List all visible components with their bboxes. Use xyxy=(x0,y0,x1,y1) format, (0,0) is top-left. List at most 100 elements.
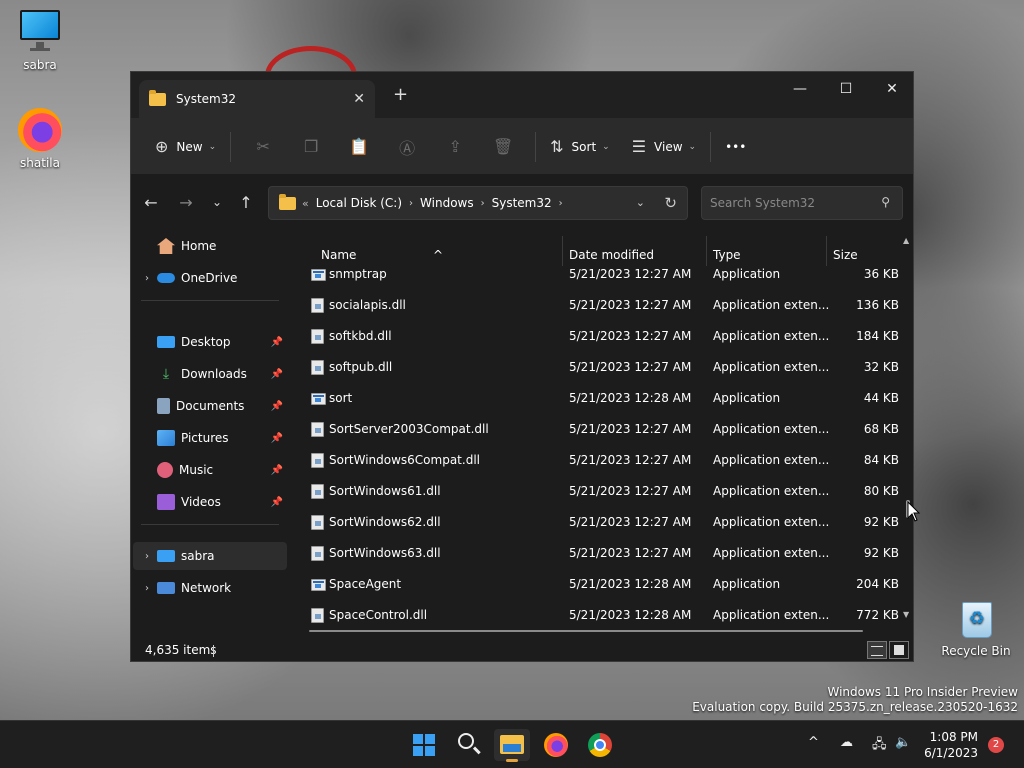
delete-icon[interactable]: 🗑 xyxy=(479,137,527,156)
pin-icon[interactable]: 📌 xyxy=(271,497,283,508)
pin-icon[interactable]: 📌 xyxy=(271,337,283,348)
up-arrow-icon[interactable]: ↑ xyxy=(234,193,258,212)
pin-icon[interactable]: 📌 xyxy=(271,369,283,380)
show-hidden-icons-chevron-icon[interactable]: ^ xyxy=(808,735,819,750)
desktop-icon-shatila[interactable]: shatila xyxy=(8,108,72,170)
table-row[interactable]: SpaceControl.dll 5/21/2023 12:28 AM Applic… xyxy=(289,600,903,631)
recent-chevron-icon[interactable]: ⌄ xyxy=(205,195,229,209)
file-rows: snmpapi.dll5/21/2023 12:28 AMApplication… xyxy=(289,230,903,639)
rename-icon[interactable]: Ⓐ xyxy=(383,135,431,159)
table-row[interactable]: SpaceAgent 5/21/2023 12:28 AM Application 2… xyxy=(289,569,903,600)
close-button[interactable]: ✕ xyxy=(869,76,915,102)
overflow-crumb[interactable]: « xyxy=(302,197,309,210)
cloud-off-icon[interactable]: ☁ xyxy=(840,735,853,750)
column-divider[interactable] xyxy=(562,236,563,266)
cut-icon[interactable]: ✂ xyxy=(239,137,287,156)
forward-arrow-icon[interactable]: → xyxy=(174,193,198,212)
column-size[interactable]: Size xyxy=(833,248,858,262)
network-icon[interactable]: 🖧 xyxy=(872,735,887,757)
file-explorer-taskbar-button[interactable] xyxy=(494,729,530,762)
desktop-icon-sabra[interactable]: sabra xyxy=(8,10,72,72)
dll-file-icon xyxy=(311,360,324,375)
pin-icon[interactable]: 📌 xyxy=(271,465,283,476)
minimize-button[interactable]: — xyxy=(777,76,823,102)
sidebar-item-home[interactable]: Home xyxy=(133,232,287,260)
search-box[interactable]: ⚲ xyxy=(701,186,903,220)
back-arrow-icon[interactable]: ← xyxy=(139,193,163,212)
breadcrumb-system32[interactable]: System32 xyxy=(492,196,552,210)
refresh-icon[interactable]: ↻ xyxy=(664,194,677,212)
scroll-up-icon[interactable]: ▲ xyxy=(903,236,909,245)
share-icon[interactable]: ⇪ xyxy=(431,137,479,156)
address-dropdown-icon[interactable]: ⌄ xyxy=(636,196,645,209)
paste-icon[interactable]: 📋 xyxy=(335,137,383,156)
scroll-down-icon[interactable]: ▼ xyxy=(903,610,909,619)
table-row[interactable]: softpub.dll 5/21/2023 12:27 AM Application… xyxy=(289,352,903,383)
table-row[interactable]: SortServer2003Compat.dll 5/21/2023 12:27 … xyxy=(289,414,903,445)
chevron-right-icon[interactable]: › xyxy=(137,583,157,594)
search-icon[interactable]: ⚲ xyxy=(881,195,890,209)
application-file-icon xyxy=(311,393,326,405)
sidebar-item-onedrive[interactable]: › OneDrive xyxy=(133,264,287,292)
chevron-right-icon[interactable]: › xyxy=(409,198,413,209)
sidebar-item-pictures[interactable]: Pictures 📌 xyxy=(133,424,287,452)
maximize-button[interactable]: ☐ xyxy=(823,76,869,102)
chrome-taskbar-button[interactable] xyxy=(582,729,618,761)
tab-system32[interactable]: System32 ✕ xyxy=(139,80,375,118)
sidebar-item-videos[interactable]: Videos 📌 xyxy=(133,488,287,516)
chevron-right-icon[interactable]: › xyxy=(559,198,563,209)
horizontal-scrollbar[interactable] xyxy=(309,630,863,632)
sidebar-item-network[interactable]: › Network xyxy=(133,574,287,602)
tiles-view-button[interactable] xyxy=(889,641,909,659)
pin-icon[interactable]: 📌 xyxy=(271,401,283,412)
chevron-right-icon[interactable]: › xyxy=(137,273,157,284)
sidebar-item-downloads[interactable]: ⤓ Downloads 📌 xyxy=(133,360,287,388)
vertical-scrollbar[interactable]: ▲ ▼ xyxy=(903,230,913,639)
copy-icon[interactable]: ❐ xyxy=(287,137,335,156)
chevron-right-icon[interactable]: › xyxy=(481,198,485,209)
search-button[interactable] xyxy=(450,729,486,761)
new-tab-button[interactable]: + xyxy=(393,84,408,105)
sidebar-item-music[interactable]: Music 📌 xyxy=(133,456,287,484)
table-row[interactable]: SortWindows62.dll 5/21/2023 12:27 AM Appli… xyxy=(289,507,903,538)
file-size: 32 KB xyxy=(863,360,899,374)
table-row[interactable]: softkbd.dll 5/21/2023 12:27 AM Application… xyxy=(289,321,903,352)
column-type[interactable]: Type xyxy=(713,248,741,262)
details-view-button[interactable] xyxy=(867,641,887,659)
address-bar[interactable]: « Local Disk (C:) › Windows › System32 ›… xyxy=(268,186,688,220)
view-button[interactable]: ☰ View ⌄ xyxy=(626,131,702,163)
chevron-right-icon[interactable]: › xyxy=(137,551,157,562)
desktop-icon-recycle-bin[interactable]: ♻ Recycle Bin xyxy=(940,596,1012,658)
firefox-taskbar-button[interactable] xyxy=(538,729,574,761)
file-type: Application exten... xyxy=(713,546,830,560)
file-type: Application exten... xyxy=(713,329,830,343)
volume-icon[interactable]: 🔈 xyxy=(895,735,911,750)
more-options-button[interactable]: ••• xyxy=(719,131,752,163)
file-size: 80 KB xyxy=(863,484,899,498)
start-button[interactable] xyxy=(406,729,442,761)
column-name[interactable]: Name xyxy=(321,248,356,262)
table-row[interactable]: sort 5/21/2023 12:28 AM Application 44 KB xyxy=(289,383,903,414)
file-name: sort xyxy=(329,391,353,405)
table-row[interactable]: SortWindows6Compat.dll 5/21/2023 12:27 AM… xyxy=(289,445,903,476)
sort-button[interactable]: ⇅ Sort ⌄ xyxy=(544,131,616,163)
breadcrumb-windows[interactable]: Windows xyxy=(420,196,474,210)
close-tab-icon[interactable]: ✕ xyxy=(353,91,365,107)
breadcrumb-local-disk[interactable]: Local Disk (C:) xyxy=(316,196,402,210)
sidebar-item-sabra[interactable]: › sabra xyxy=(133,542,287,570)
column-divider[interactable] xyxy=(706,236,707,266)
table-row[interactable]: SortWindows61.dll 5/21/2023 12:27 AM Appli… xyxy=(289,476,903,507)
new-button[interactable]: ⊕ New ⌄ xyxy=(149,131,222,163)
column-date-modified[interactable]: Date modified xyxy=(569,248,654,262)
notification-badge[interactable]: 2 xyxy=(988,737,1004,753)
sidebar-item-desktop[interactable]: Desktop 📌 xyxy=(133,328,287,356)
taskbar: ^ ☁ 🖧 🔈 1:08 PM 6/1/2023 2 xyxy=(0,720,1024,768)
sidebar-item-documents[interactable]: Documents 📌 xyxy=(133,392,287,420)
pin-icon[interactable]: 📌 xyxy=(271,433,283,444)
search-input[interactable] xyxy=(702,187,862,219)
column-divider[interactable] xyxy=(826,236,827,266)
table-row[interactable]: SortWindows63.dll 5/21/2023 12:27 AM Appli… xyxy=(289,538,903,569)
clock[interactable]: 1:08 PM 6/1/2023 xyxy=(924,729,978,761)
table-row[interactable]: socialapis.dll 5/21/2023 12:27 AM Applicat… xyxy=(289,290,903,321)
file-date: 5/21/2023 12:27 AM xyxy=(569,298,692,312)
